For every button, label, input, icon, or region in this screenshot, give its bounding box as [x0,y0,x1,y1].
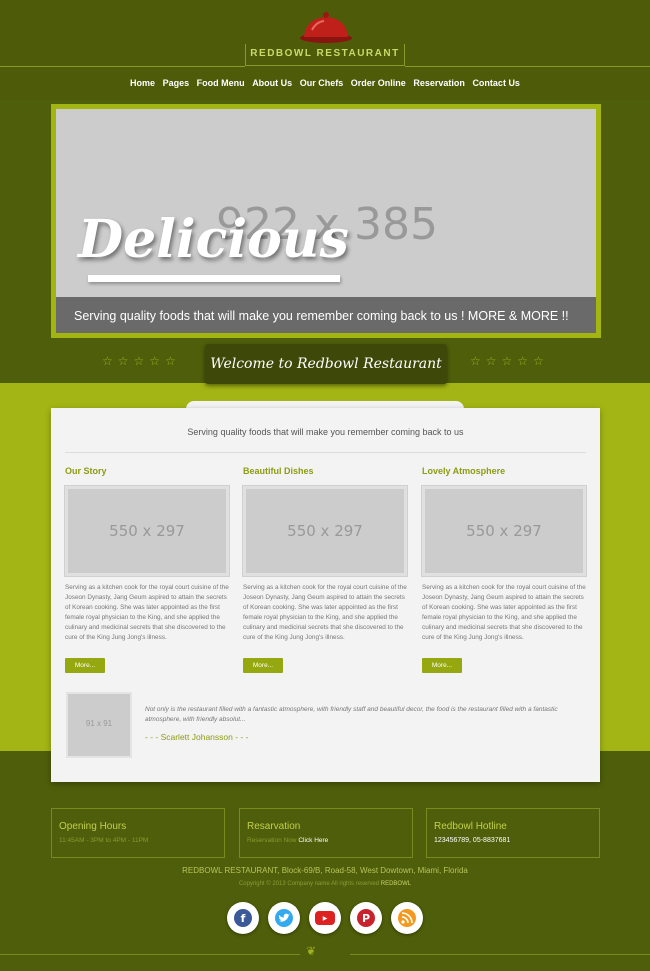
more-button[interactable]: More... [422,658,462,673]
reservation-text: Reservation Now Click Here [247,837,328,844]
column-our-story: Our Story 550 x 297 Serving as a kitchen… [64,466,230,673]
nav-item-about-us[interactable]: About Us [252,78,292,94]
site-header: REDBOWL RESTAURANT Home Pages Food Menu … [0,0,650,100]
column-title: Our Story [65,466,107,476]
rss-button[interactable] [391,902,423,934]
image-placeholder-label: 550 x 297 [109,522,185,540]
footer-divider-left [0,954,300,955]
rss-icon [398,909,416,927]
column-image[interactable]: 550 x 297 [421,485,587,577]
hero-caption-bar: Serving quality foods that will make you… [56,297,596,333]
pinterest-button[interactable]: P [350,902,382,934]
nav-item-food-menu[interactable]: Food Menu [197,78,245,94]
twitter-icon [275,909,293,927]
column-title: Lovely Atmosphere [422,466,506,476]
twitter-button[interactable] [268,902,300,934]
welcome-banner: Welcome to Redbowl Restaurant [205,344,447,384]
brand-name[interactable]: REDBOWL RESTAURANT [245,48,405,59]
hotline-box: Redbowl Hotline 123456789, 05-8837681 [426,808,600,858]
footer-copyright: Copyright © 2013 Company name All rights… [0,881,650,887]
nav-item-contact-us[interactable]: Contact Us [472,78,520,94]
facebook-button[interactable]: f [227,902,259,934]
panel-divider [65,452,586,453]
nav-item-reservation[interactable]: Reservation [413,78,465,94]
nav-item-home[interactable]: Home [130,78,155,94]
copyright-text: Copyright © 2013 Company name All rights… [238,881,380,887]
image-placeholder-label: 550 x 297 [287,522,363,540]
testimonial-quote: Not only is the restaurant filled with a… [145,706,558,723]
hero-caption: Serving quality foods that will make you… [74,309,569,323]
hero-title-underline [88,275,340,282]
column-beautiful-dishes: Beautiful Dishes 550 x 297 Serving as a … [242,466,408,673]
cloche-logo-icon [300,12,352,43]
main-nav: Home Pages Food Menu About Us Our Chefs … [130,78,520,94]
header-divider-right [405,66,650,67]
opening-hours-text: 11:45AM - 3PM to 4PM - 11PM [59,837,149,844]
pinterest-icon: P [357,909,375,927]
testimonial-author: - - - Scarlett Johansson - - - [145,732,249,742]
nav-item-our-chefs[interactable]: Our Chefs [300,78,344,94]
youtube-button[interactable]: ▶ [309,902,341,934]
hotline-title: Redbowl Hotline [434,821,507,832]
column-lovely-atmosphere: Lovely Atmosphere 550 x 297 Serving as a… [421,466,587,673]
reservation-prompt: Reservation Now [247,837,297,844]
footer-divider-right [350,954,650,955]
image-placeholder-label: 550 x 297 [466,522,542,540]
column-text: Serving as a kitchen cook for the royal … [422,584,586,641]
avatar-placeholder-label: 91 x 91 [85,719,113,728]
opening-hours-title: Opening Hours [59,821,127,832]
hero-title: Delicious [78,209,349,270]
more-button[interactable]: More... [65,658,105,673]
youtube-icon: ▶ [315,911,335,925]
opening-hours-box: Opening Hours 11:45AM - 3PM to 4PM - 11P… [51,808,225,858]
reservation-link[interactable]: Click Here [298,837,328,844]
column-image[interactable]: 550 x 297 [242,485,408,577]
reservation-title: Resarvation [247,821,301,832]
panel-tagline: Serving quality foods that will make you… [187,427,464,437]
stars-left-decoration: ☆☆☆☆☆ [102,354,181,368]
welcome-title: Welcome to Redbowl Restaurant [210,356,442,372]
column-text: Serving as a kitchen cook for the royal … [243,584,407,641]
nav-item-pages[interactable]: Pages [163,78,190,94]
column-title: Beautiful Dishes [243,466,314,476]
nav-item-order-online[interactable]: Order Online [351,78,406,94]
reservation-box: Resarvation Reservation Now Click Here [239,808,413,858]
hotline-number: 123456789, 05-8837681 [434,837,511,844]
copyright-brand[interactable]: REDBOWL [381,881,411,887]
footer-address: REDBOWL RESTAURANT, Block-69/B, Road-58,… [182,866,468,875]
ornament-icon: ❦ [306,944,317,958]
content-panel: Serving quality foods that will make you… [51,408,600,782]
header-divider-left [0,66,245,67]
testimonial-avatar: 91 x 91 [66,692,132,758]
more-button[interactable]: More... [243,658,283,673]
facebook-icon: f [234,909,252,927]
hero-slider[interactable]: 922 x 385 Delicious Serving quality food… [56,109,596,333]
column-text: Serving as a kitchen cook for the royal … [65,584,229,641]
column-image[interactable]: 550 x 297 [64,485,230,577]
stars-right-decoration: ☆☆☆☆☆ [470,354,549,368]
